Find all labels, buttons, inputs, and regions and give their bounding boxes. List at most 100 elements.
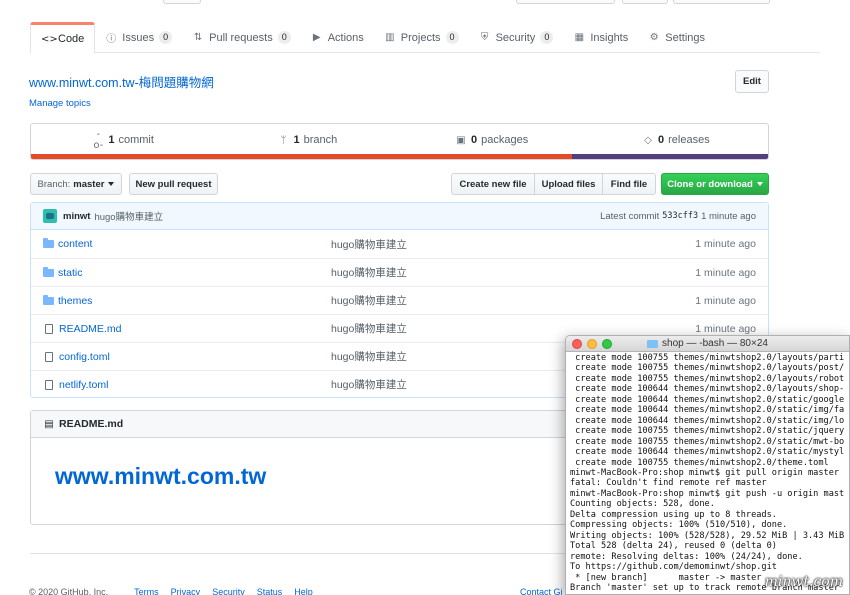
packages-label: packages [481, 134, 529, 146]
branches-count: 1 [293, 134, 300, 146]
tab-label: Security [495, 31, 536, 44]
edit-description-button[interactable]: Edit [735, 70, 769, 93]
terminal-line: fatal: Couldn't find remote ref master [570, 478, 767, 489]
tab-label: Pull requests [209, 31, 273, 44]
readme-heading[interactable]: www.minwt.com.tw [55, 463, 266, 490]
branch-select-button[interactable]: Branch: master [30, 173, 122, 195]
commit-author[interactable]: minwt [63, 211, 90, 222]
branches-label: branch [303, 134, 338, 146]
file-name-link[interactable]: themes [43, 294, 92, 307]
tag-icon: ◇ [644, 134, 652, 146]
terminal-line: create mode 100644 themes/minwtshop2.0/s… [570, 447, 845, 458]
file-commit-message[interactable]: hugo購物車建立 [331, 349, 407, 364]
chevron-down-icon [108, 182, 115, 186]
branch-name: master [73, 178, 105, 190]
tab-issues[interactable]: ⓘ Issues 0 [95, 22, 182, 53]
readme-title: README.md [59, 418, 124, 430]
file-name: static [58, 266, 83, 279]
terminal-line: Counting objects: 528, done. [570, 499, 715, 510]
repo-description: www.minwt.com.tw-梅問題購物網 [29, 76, 214, 90]
terminal-line: create mode 100644 themes/minwtshop2.0/s… [570, 394, 845, 405]
footer-copyright: © 2020 GitHub, Inc. [29, 587, 109, 595]
terminal-line: Compressing objects: 100% (510/510), don… [570, 520, 788, 531]
avatar[interactable] [43, 209, 57, 223]
tab-count-badge: 0 [445, 31, 459, 44]
tab-count-badge: 0 [159, 31, 173, 44]
footer-link-status[interactable]: Status [257, 587, 283, 595]
terminal-line: create mode 100755 themes/minwtshop2.0/t… [570, 457, 829, 468]
footer-link-security[interactable]: Security [212, 587, 245, 595]
terminal-output[interactable]: create mode 100755 themes/minwtshop2.0/l… [566, 352, 849, 593]
top-button-group-middle[interactable] [516, 0, 615, 4]
file-commit-message[interactable]: hugo購物車建立 [331, 321, 407, 336]
top-button-group-right[interactable] [622, 0, 668, 4]
upload-files-button[interactable]: Upload files [534, 173, 603, 195]
footer-link-terms[interactable]: Terms [134, 587, 159, 595]
file-name-link[interactable]: netlify.toml [43, 379, 108, 391]
package-icon: ▣ [456, 134, 466, 146]
commit-sha[interactable]: 533cff3 [662, 211, 698, 221]
language-bar-segment-primary[interactable] [31, 154, 572, 159]
commit-message[interactable]: hugo購物車建立 [94, 209, 163, 223]
file-commit-message[interactable]: hugo購物車建立 [331, 377, 407, 392]
branches-link[interactable]: ᛘ 1 branch [215, 124, 399, 156]
tab-label: Issues [122, 31, 155, 44]
tab-label: Actions [327, 31, 364, 44]
footer-link-privacy[interactable]: Privacy [171, 587, 201, 595]
file-name: config.toml [59, 350, 110, 363]
tab-settings[interactable]: ⚙ Settings [638, 22, 715, 53]
new-pull-request-button[interactable]: New pull request [129, 173, 218, 195]
minimize-window-button[interactable] [587, 339, 597, 349]
zoom-window-button[interactable] [602, 339, 612, 349]
packages-link[interactable]: ▣ 0 packages [400, 124, 584, 156]
terminal-line: create mode 100755 themes/minwtshop2.0/l… [570, 373, 845, 384]
file-name-link[interactable]: config.toml [43, 351, 110, 363]
tab-security[interactable]: ⛨ Security 0 [469, 22, 564, 53]
chevron-down-icon [756, 182, 763, 186]
watermark: minwt.com [764, 574, 843, 590]
create-new-file-button[interactable]: Create new file [451, 173, 535, 195]
releases-link[interactable]: ◇ 0 releases [584, 124, 768, 156]
close-window-button[interactable] [572, 339, 582, 349]
terminal-line: create mode 100755 themes/minwtshop2.0/s… [570, 426, 845, 437]
file-icon [45, 379, 53, 390]
terminal-line: To https://github.com/demominwt/shop.git [570, 562, 777, 573]
tab-pull-requests[interactable]: ⇅ Pull requests 0 [182, 22, 301, 53]
top-button-group-right-count[interactable] [673, 0, 770, 4]
terminal-line: Writing objects: 100% (528/528), 29.52 M… [570, 530, 845, 541]
terminal-line: Total 528 (delta 24), reused 0 (delta 0) [570, 541, 777, 552]
find-file-button[interactable]: Find file [602, 173, 656, 195]
file-name-link[interactable]: README.md [43, 323, 121, 335]
file-name-link[interactable]: content [43, 238, 92, 250]
file-name-link[interactable]: static [43, 266, 83, 279]
file-commit-message[interactable]: hugo購物車建立 [331, 265, 407, 280]
tab-actions[interactable]: ▶ Actions [301, 22, 374, 53]
releases-count: 0 [658, 134, 665, 146]
terminal-window[interactable]: shop — -bash — 80×24 create mode 100755 … [565, 335, 850, 595]
manage-topics-link[interactable]: Manage topics [29, 98, 91, 109]
footer-link-help[interactable]: Help [294, 587, 313, 595]
repo-summary: -o- 1 commit ᛘ 1 branch ▣ 0 packages ◇ 0… [30, 123, 769, 160]
commits-label: commit [118, 134, 154, 146]
file-name: README.md [59, 322, 122, 335]
terminal-line: Delta compression using up to 8 threads. [570, 509, 777, 520]
terminal-line: create mode 100644 themes/minwtshop2.0/s… [570, 415, 845, 426]
tab-insights[interactable]: ▦ Insights [563, 22, 638, 53]
terminal-title: shop — -bash — 80×24 [662, 338, 768, 349]
file-age: 1 minute ago [695, 266, 756, 279]
commits-link[interactable]: -o- 1 commit [31, 124, 215, 156]
file-icon [45, 351, 53, 362]
tab-code[interactable]: <> Code [30, 22, 96, 54]
terminal-titlebar[interactable]: shop — -bash — 80×24 [566, 336, 849, 352]
file-commit-message[interactable]: hugo購物車建立 [331, 293, 407, 308]
security-icon: ⛨ [480, 32, 489, 43]
file-commit-message[interactable]: hugo購物車建立 [331, 237, 407, 252]
top-button-group-left[interactable] [163, 0, 201, 4]
clone-download-button[interactable]: Clone or download [661, 173, 769, 195]
releases-label: releases [668, 134, 710, 146]
language-bar[interactable] [31, 154, 768, 159]
language-bar-segment-secondary[interactable] [571, 154, 768, 159]
footer-contact-link[interactable]: Contact Gi [520, 587, 563, 595]
table-row: static hugo購物車建立 1 minute ago [31, 258, 768, 286]
tab-projects[interactable]: ▥ Projects 0 [374, 22, 469, 53]
